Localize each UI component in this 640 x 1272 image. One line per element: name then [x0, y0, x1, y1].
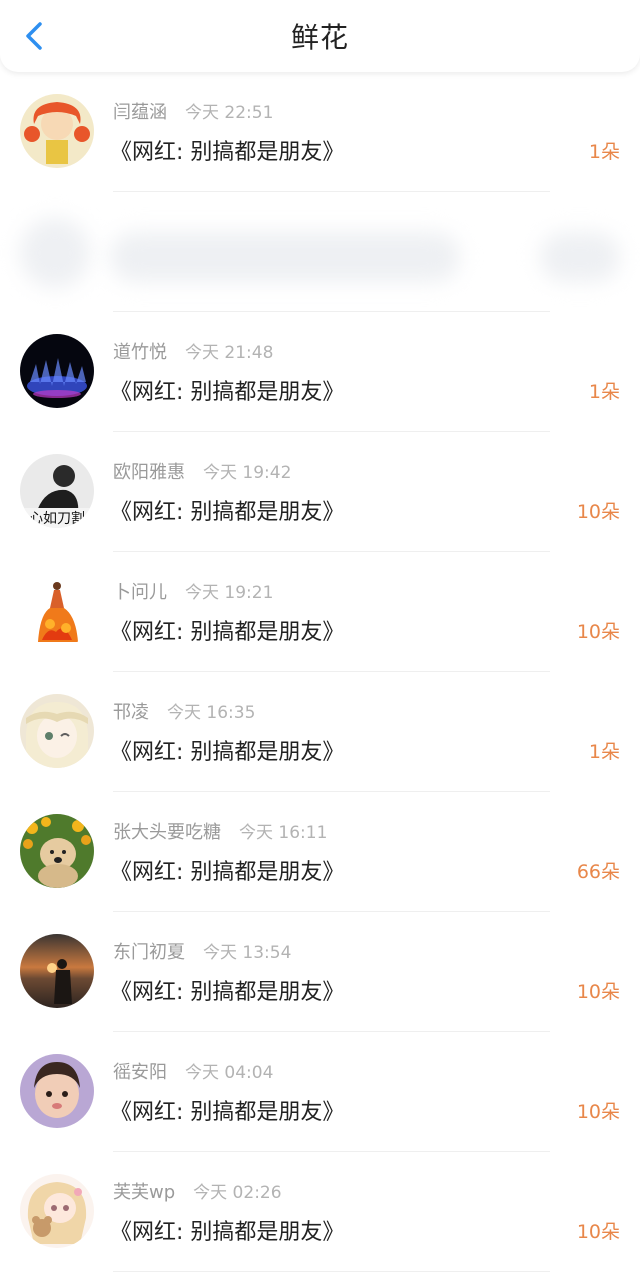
flower-count: 1朵 [588, 381, 620, 403]
flower-count: 10朵 [576, 621, 620, 643]
timestamp: 今天 22:51 [185, 103, 274, 123]
user-name: 芙芙wp [113, 1182, 176, 1203]
gift-subject: 《网红: 别搞都是朋友》 [110, 1100, 345, 1125]
timestamp: 今天 04:04 [185, 1063, 274, 1083]
gift-subject: 《网红: 别搞都是朋友》 [110, 140, 345, 165]
list-item[interactable]: 卜问儿 今天 19:21 《网红: 别搞都是朋友》 10朵 [0, 552, 640, 672]
gift-subject: 《网红: 别搞都是朋友》 [110, 980, 345, 1005]
page-title: 鲜花 [290, 21, 349, 54]
avatar[interactable] [20, 814, 94, 888]
list-item[interactable]: 芙芙wp 今天 02:26 《网红: 别搞都是朋友》 10朵 [0, 1152, 640, 1272]
flower-count: 1朵 [588, 741, 620, 763]
avatar[interactable] [20, 1054, 94, 1128]
timestamp: 今天 19:21 [185, 583, 274, 603]
timestamp: 今天 16:35 [167, 703, 256, 723]
top-bar: 鲜花 [0, 0, 640, 72]
gift-subject: 《网红: 别搞都是朋友》 [110, 1220, 345, 1245]
gift-subject: 《网红: 别搞都是朋友》 [110, 740, 345, 765]
flower-count: 66朵 [576, 861, 620, 883]
list-item[interactable]: 道竹悦 今天 21:48 《网红: 别搞都是朋友》 1朵 [0, 312, 640, 432]
user-name: 张大头要吃糖 [113, 822, 221, 843]
list-item-blurred [0, 192, 640, 312]
user-name: 邗凌 [113, 702, 149, 723]
user-name: 卜问儿 [113, 582, 167, 603]
gift-list: 闫蕴涵 今天 22:51 《网红: 别搞都是朋友》 1朵 道竹悦 今天 21:48 … [0, 72, 640, 1272]
list-item[interactable]: 邗凌 今天 16:35 《网红: 别搞都是朋友》 1朵 [0, 672, 640, 792]
gift-subject: 《网红: 别搞都是朋友》 [110, 500, 345, 525]
avatar[interactable] [20, 94, 94, 168]
timestamp: 今天 02:26 [193, 1183, 282, 1203]
list-item[interactable]: 闫蕴涵 今天 22:51 《网红: 别搞都是朋友》 1朵 [0, 72, 640, 192]
gift-subject: 《网红: 别搞都是朋友》 [110, 380, 345, 405]
flower-count: 1朵 [588, 141, 620, 163]
avatar[interactable] [20, 934, 94, 1008]
timestamp: 今天 19:42 [203, 463, 292, 483]
user-name: 道竹悦 [113, 342, 167, 363]
avatar[interactable] [20, 574, 94, 648]
list-item[interactable]: 心如刀割 欧阳雅惠 今天 19:42 《网红: 别搞都是朋友》 10朵 [0, 432, 640, 552]
user-name: 徭安阳 [113, 1062, 167, 1083]
avatar[interactable] [20, 694, 94, 768]
user-name: 东门初夏 [113, 942, 185, 963]
timestamp: 今天 16:11 [239, 823, 328, 843]
list-item[interactable]: 张大头要吃糖 今天 16:11 《网红: 别搞都是朋友》 66朵 [0, 792, 640, 912]
flower-count: 10朵 [576, 1221, 620, 1243]
timestamp: 今天 13:54 [203, 943, 292, 963]
timestamp: 今天 21:48 [185, 343, 274, 363]
gift-subject: 《网红: 别搞都是朋友》 [110, 860, 345, 885]
flower-count: 10朵 [576, 981, 620, 1003]
avatar[interactable] [20, 1174, 94, 1248]
list-item[interactable]: 徭安阳 今天 04:04 《网红: 别搞都是朋友》 10朵 [0, 1032, 640, 1152]
user-name: 闫蕴涵 [113, 102, 167, 123]
avatar-overlay-text: 心如刀割 [29, 510, 85, 527]
flower-count: 10朵 [576, 501, 620, 523]
gift-subject: 《网红: 别搞都是朋友》 [110, 620, 345, 645]
avatar[interactable]: 心如刀割 [20, 454, 94, 528]
flower-count: 10朵 [576, 1101, 620, 1123]
user-name: 欧阳雅惠 [113, 462, 185, 483]
list-item[interactable]: 东门初夏 今天 13:54 《网红: 别搞都是朋友》 10朵 [0, 912, 640, 1032]
avatar[interactable] [20, 334, 94, 408]
